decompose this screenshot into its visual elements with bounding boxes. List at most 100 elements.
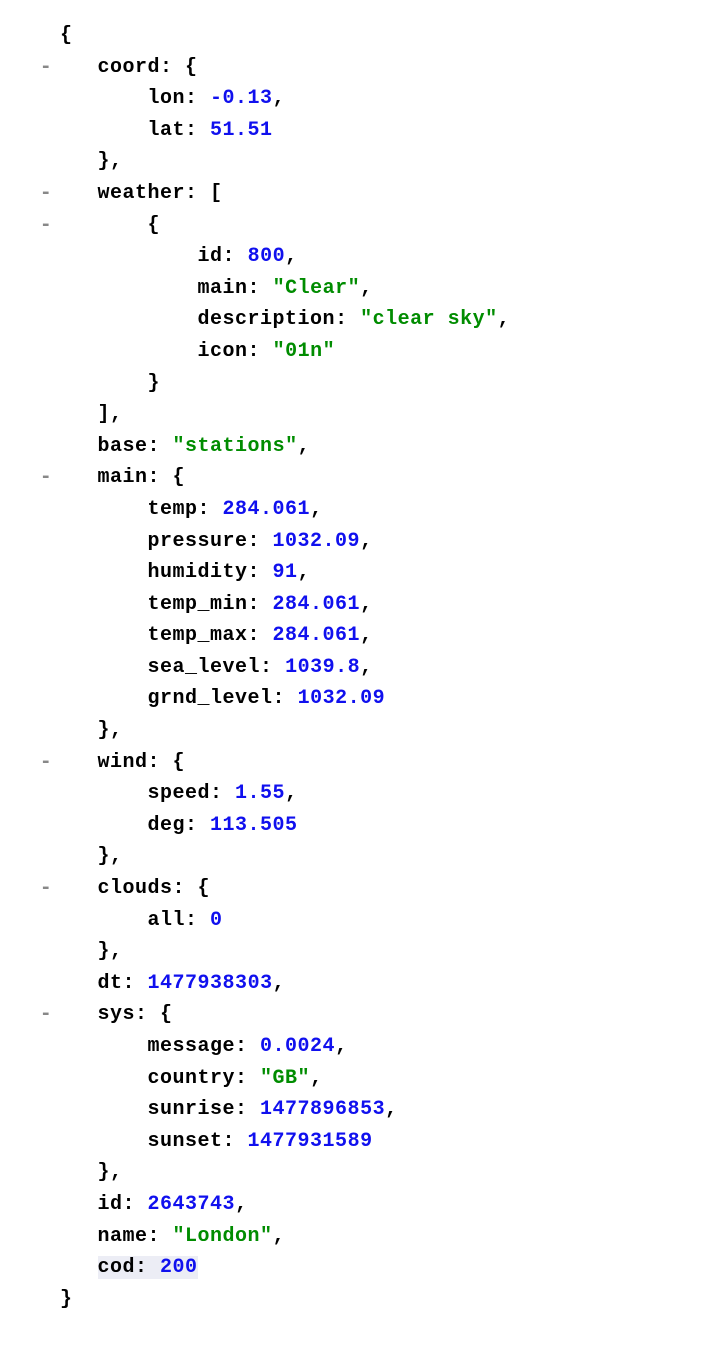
value-all: 0 <box>210 909 223 932</box>
key-cod: cod <box>98 1256 136 1279</box>
json-line: - coord: { <box>60 52 698 84</box>
json-line: cod: 200 <box>60 1252 698 1284</box>
key-weather-id: id <box>198 245 223 268</box>
key-sys: sys <box>98 1003 136 1026</box>
json-line: }, <box>60 936 698 968</box>
collapse-toggle[interactable]: - <box>36 873 56 905</box>
json-line: grnd_level: 1032.09 <box>60 683 698 715</box>
brace-open: { <box>60 24 73 47</box>
json-line: icon: "01n" <box>60 336 698 368</box>
value-dt: 1477938303 <box>148 972 273 995</box>
json-line: } <box>60 368 698 400</box>
value-deg: 113.505 <box>210 814 298 837</box>
json-line: }, <box>60 146 698 178</box>
collapse-toggle[interactable]: - <box>36 52 56 84</box>
value-cod: 200 <box>160 1256 198 1279</box>
json-line: }, <box>60 1157 698 1189</box>
json-line: sunset: 1477931589 <box>60 1126 698 1158</box>
json-viewer: { - coord: { lon: -0.13, lat: 51.51 }, -… <box>60 20 698 1315</box>
key-base: base <box>98 435 148 458</box>
value-sunrise: 1477896853 <box>260 1098 385 1121</box>
collapse-toggle[interactable]: - <box>36 462 56 494</box>
value-speed: 1.55 <box>235 782 285 805</box>
key-pressure: pressure <box>148 530 248 553</box>
json-line: deg: 113.505 <box>60 810 698 842</box>
json-line: pressure: 1032.09, <box>60 526 698 558</box>
value-weather-id: 800 <box>248 245 286 268</box>
key-temp-max: temp_max <box>148 624 248 647</box>
json-line: message: 0.0024, <box>60 1031 698 1063</box>
json-line: }, <box>60 841 698 873</box>
json-line: - sys: { <box>60 999 698 1031</box>
key-message: message <box>148 1035 236 1058</box>
json-line: lat: 51.51 <box>60 115 698 147</box>
collapse-toggle[interactable]: - <box>36 178 56 210</box>
json-line: dt: 1477938303, <box>60 968 698 1000</box>
collapse-toggle[interactable]: - <box>36 210 56 242</box>
key-grnd-level: grnd_level <box>148 687 273 710</box>
key-temp: temp <box>148 498 198 521</box>
key-sunrise: sunrise <box>148 1098 236 1121</box>
key-speed: speed <box>148 782 211 805</box>
key-sea-level: sea_level <box>148 656 261 679</box>
value-temp: 284.061 <box>223 498 311 521</box>
json-line: id: 800, <box>60 241 698 273</box>
value-lat: 51.51 <box>210 119 273 142</box>
json-line: lon: -0.13, <box>60 83 698 115</box>
json-line: ], <box>60 399 698 431</box>
json-line: sunrise: 1477896853, <box>60 1094 698 1126</box>
value-country: "GB" <box>260 1067 310 1090</box>
json-line: id: 2643743, <box>60 1189 698 1221</box>
value-id: 2643743 <box>148 1193 236 1216</box>
key-weather-main: main <box>198 277 248 300</box>
key-weather: weather <box>98 182 186 205</box>
highlighted-selection: cod: 200 <box>98 1256 198 1279</box>
key-humidity: humidity <box>148 561 248 584</box>
key-dt: dt <box>98 972 123 995</box>
value-grnd-level: 1032.09 <box>298 687 386 710</box>
json-line: - main: { <box>60 462 698 494</box>
value-humidity: 91 <box>273 561 298 584</box>
collapse-toggle[interactable]: - <box>36 747 56 779</box>
json-line: - weather: [ <box>60 178 698 210</box>
key-country: country <box>148 1067 236 1090</box>
value-lon: -0.13 <box>210 87 273 110</box>
key-name: name <box>98 1225 148 1248</box>
value-sea-level: 1039.8 <box>285 656 360 679</box>
key-weather-description: description <box>198 308 336 331</box>
key-temp-min: temp_min <box>148 593 248 616</box>
json-line: main: "Clear", <box>60 273 698 305</box>
json-line: temp_max: 284.061, <box>60 620 698 652</box>
json-line: name: "London", <box>60 1221 698 1253</box>
value-weather-description: "clear sky" <box>360 308 498 331</box>
json-line: temp: 284.061, <box>60 494 698 526</box>
collapse-toggle[interactable]: - <box>36 999 56 1031</box>
key-lon: lon <box>148 87 186 110</box>
key-id: id <box>98 1193 123 1216</box>
value-message: 0.0024 <box>260 1035 335 1058</box>
json-line: - clouds: { <box>60 873 698 905</box>
value-weather-icon: "01n" <box>273 340 336 363</box>
json-line: description: "clear sky", <box>60 304 698 336</box>
json-line: } <box>60 1284 698 1316</box>
key-lat: lat <box>148 119 186 142</box>
json-line: base: "stations", <box>60 431 698 463</box>
json-line: speed: 1.55, <box>60 778 698 810</box>
value-name: "London" <box>173 1225 273 1248</box>
json-line: sea_level: 1039.8, <box>60 652 698 684</box>
json-line: temp_min: 284.061, <box>60 589 698 621</box>
key-sunset: sunset <box>148 1130 223 1153</box>
key-coord: coord <box>98 56 161 79</box>
value-temp-min: 284.061 <box>273 593 361 616</box>
value-temp-max: 284.061 <box>273 624 361 647</box>
json-line: - wind: { <box>60 747 698 779</box>
key-weather-icon: icon <box>198 340 248 363</box>
key-wind: wind <box>98 751 148 774</box>
json-line: humidity: 91, <box>60 557 698 589</box>
value-pressure: 1032.09 <box>273 530 361 553</box>
json-line: country: "GB", <box>60 1063 698 1095</box>
json-line: { <box>60 20 698 52</box>
value-sunset: 1477931589 <box>248 1130 373 1153</box>
key-main: main <box>98 466 148 489</box>
json-line: all: 0 <box>60 905 698 937</box>
